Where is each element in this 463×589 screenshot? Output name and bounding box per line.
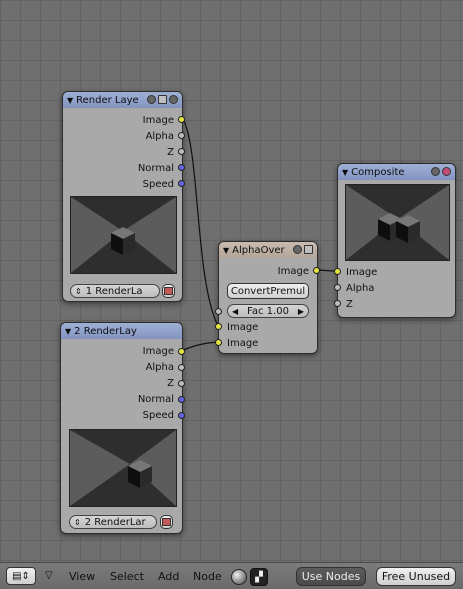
composite-preview: [345, 184, 450, 261]
input-image: Image: [346, 266, 378, 278]
node-editor-header: ▤⇕ ▽ View Select Add Node ▞ Use Nodes Fr…: [0, 562, 463, 589]
output-image: Image: [142, 345, 174, 357]
socket-image-out[interactable]: [178, 116, 185, 123]
socket-normal-out[interactable]: [178, 396, 185, 403]
socket-z-in[interactable]: [334, 300, 341, 307]
input-image-1: Image: [227, 321, 259, 333]
render-icon: [164, 287, 173, 295]
output-normal: Normal: [137, 162, 174, 174]
increase-arrow-icon[interactable]: ▶: [298, 307, 304, 316]
output-image: Image: [277, 265, 309, 277]
composite-node[interactable]: ▼ Composite Image Alpha Z: [334, 163, 456, 318]
link-render1-to-alphaover: [182, 118, 219, 327]
composite-preview-image: [346, 185, 449, 260]
render-icon: [162, 518, 171, 526]
updown-icon: ⇕: [75, 286, 82, 296]
decrease-arrow-icon[interactable]: ◀: [232, 307, 238, 316]
node-header[interactable]: ▼ 2 RenderLay: [61, 323, 182, 339]
updown-icon: ⇕: [74, 517, 81, 527]
socket-alpha-out[interactable]: [178, 364, 185, 371]
node-editor-icon: ▤⇕: [12, 570, 30, 582]
input-image-2: Image: [227, 337, 259, 349]
node-preview-toggle-icon[interactable]: [169, 95, 178, 104]
fac-slider[interactable]: ◀ Fac 1.00 ▶: [227, 304, 309, 318]
menu-add[interactable]: Add: [158, 570, 179, 583]
node-menu-icon[interactable]: [304, 245, 313, 254]
render-layer-button[interactable]: [160, 515, 173, 529]
fac-value: Fac 1.00: [247, 305, 289, 317]
menu-node[interactable]: Node: [193, 570, 222, 583]
input-alpha: Alpha: [346, 282, 375, 294]
layer-name: 1 RenderLa: [85, 285, 143, 297]
socket-alpha-in[interactable]: [334, 284, 341, 291]
output-normal: Normal: [137, 393, 174, 405]
socket-image-in[interactable]: [334, 268, 341, 275]
socket-image-in-2[interactable]: [215, 339, 222, 346]
socket-image-in-1[interactable]: [215, 323, 222, 330]
node-option-icon[interactable]: [431, 167, 440, 176]
render-layers-node-1[interactable]: ▼ Render Laye Image Alpha Z Normal Speed…: [62, 91, 185, 302]
layer-name: 2 RenderLar: [84, 516, 146, 528]
socket-speed-out[interactable]: [178, 180, 185, 187]
socket-fac-in[interactable]: [215, 308, 222, 315]
material-sphere-icon[interactable]: [231, 569, 247, 585]
node-header[interactable]: ▼ Composite: [338, 164, 455, 180]
output-speed: Speed: [142, 178, 174, 190]
render-layer-selector[interactable]: ⇕ 1 RenderLa: [70, 284, 160, 298]
node-preview-toggle-icon[interactable]: [442, 167, 451, 176]
render-preview: [70, 196, 177, 274]
node-title: Render Laye: [76, 94, 139, 106]
render-layers-node-2[interactable]: ▼ 2 RenderLay Image Alpha Z Normal Speed…: [60, 322, 185, 534]
collapse-triangle-icon[interactable]: ▼: [342, 168, 348, 177]
node-title: Composite: [351, 166, 405, 178]
use-nodes-button[interactable]: Use Nodes: [296, 567, 366, 586]
output-alpha: Alpha: [145, 130, 174, 142]
output-alpha: Alpha: [145, 361, 174, 373]
socket-image-out[interactable]: [178, 348, 185, 355]
node-option-icon[interactable]: [147, 95, 156, 104]
render-preview-image: [70, 430, 176, 506]
render-layer-button[interactable]: [162, 284, 175, 298]
collapse-triangle-icon[interactable]: ▼: [67, 96, 73, 105]
socket-alpha-out[interactable]: [178, 132, 185, 139]
node-title: AlphaOver: [232, 244, 285, 256]
alphaover-node[interactable]: ▼ AlphaOver Image ConvertPremul ◀ Fac 1.…: [215, 241, 320, 354]
output-z: Z: [167, 377, 174, 389]
socket-speed-out[interactable]: [178, 412, 185, 419]
editor-type-button[interactable]: ▤⇕: [6, 567, 36, 585]
socket-normal-out[interactable]: [178, 164, 185, 171]
collapse-triangle-icon[interactable]: ▼: [223, 246, 229, 255]
collapse-triangle-icon[interactable]: ▼: [65, 327, 71, 336]
convert-premul-toggle[interactable]: ConvertPremul: [227, 283, 309, 299]
render-preview: [69, 429, 177, 507]
menu-view[interactable]: View: [69, 570, 95, 583]
render-layer-selector[interactable]: ⇕ 2 RenderLar: [69, 515, 157, 529]
node-option-icon[interactable]: [293, 245, 302, 254]
node-header[interactable]: ▼ AlphaOver: [219, 242, 317, 258]
menu-collapse-triangle-icon[interactable]: ▽: [45, 570, 53, 581]
menu-select[interactable]: Select: [110, 570, 144, 583]
socket-z-out[interactable]: [178, 380, 185, 387]
link-render2-to-alphaover: [180, 341, 219, 352]
output-z: Z: [167, 146, 174, 158]
socket-z-out[interactable]: [178, 148, 185, 155]
texture-checker-icon[interactable]: ▞: [250, 568, 268, 586]
node-menu-icon[interactable]: [158, 95, 167, 104]
node-title: 2 RenderLay: [74, 325, 137, 337]
node-header[interactable]: ▼ Render Laye: [63, 92, 182, 108]
output-speed: Speed: [142, 409, 174, 421]
render-preview-image: [71, 197, 176, 273]
free-unused-button[interactable]: Free Unused: [376, 567, 456, 586]
socket-image-out[interactable]: [313, 267, 320, 274]
input-z: Z: [346, 298, 353, 310]
output-image: Image: [142, 114, 174, 126]
